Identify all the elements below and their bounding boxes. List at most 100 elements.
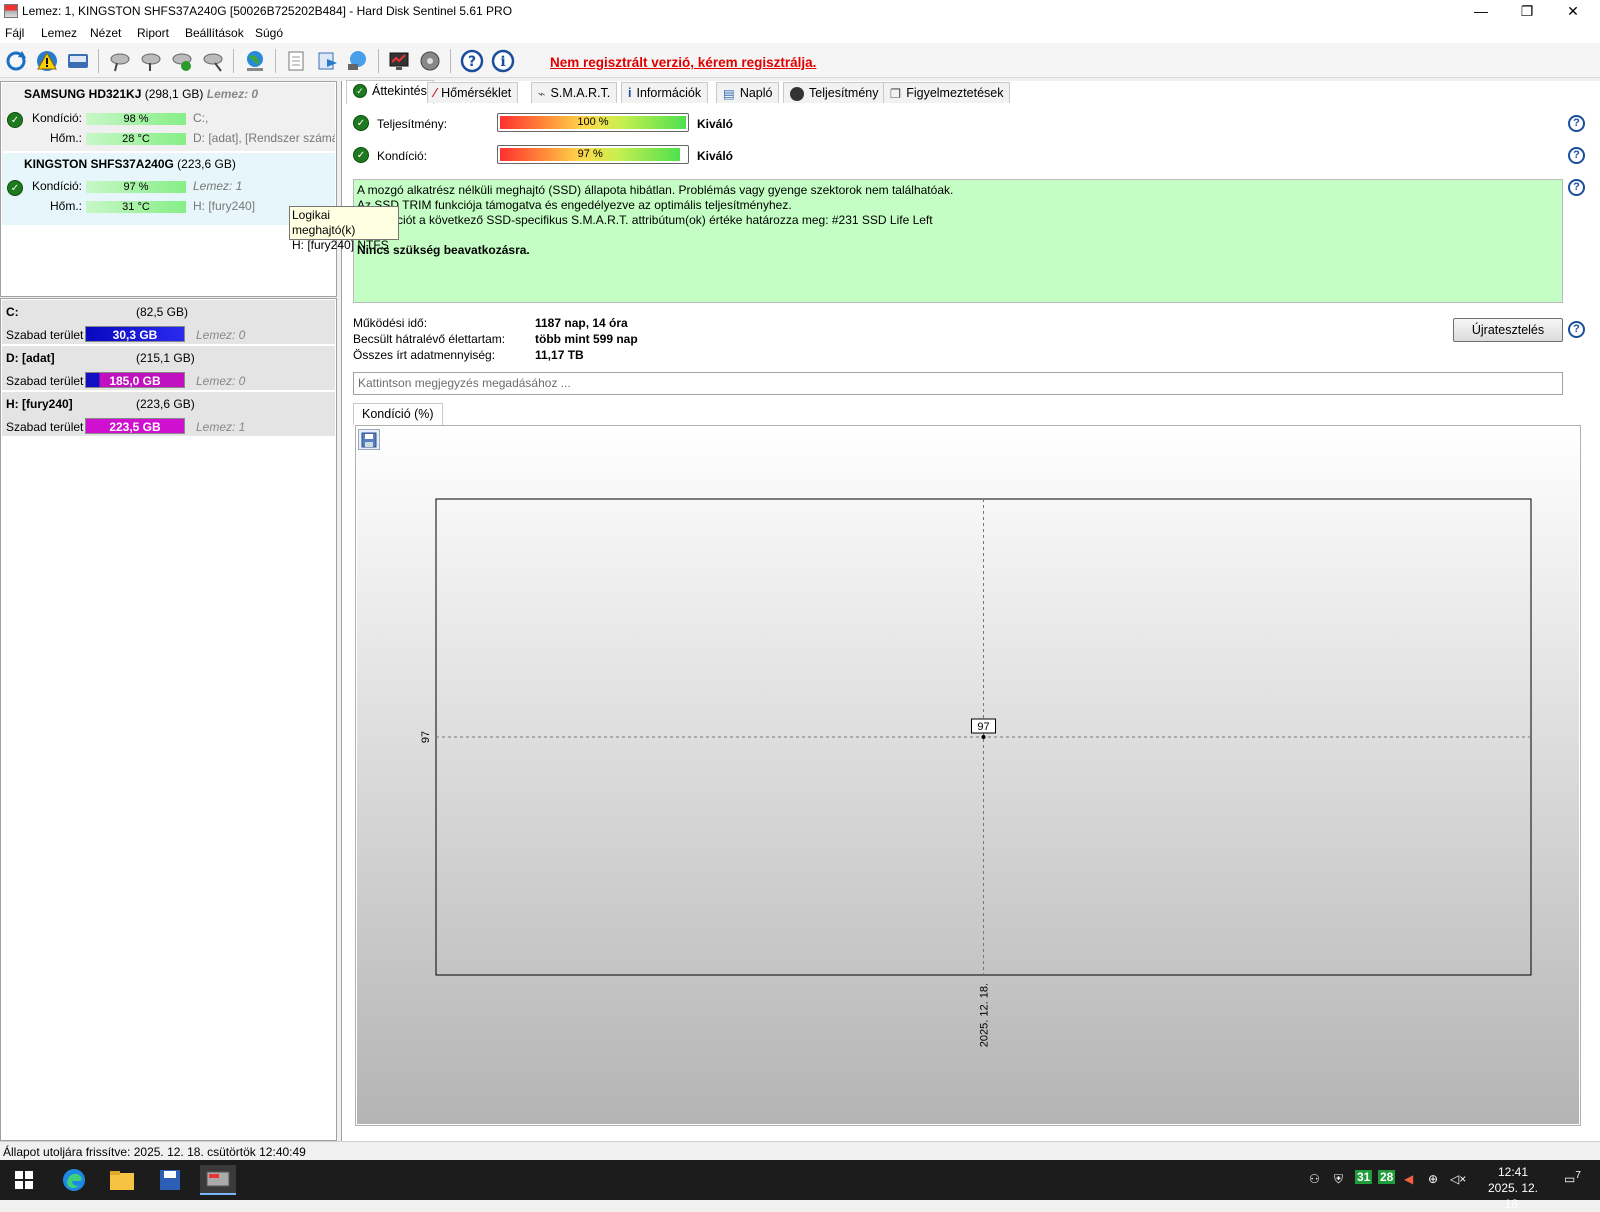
bluetooth-icon[interactable]: ⚇ [1309,1172,1320,1186]
condition-label: Kondíció: [31,179,82,193]
volume-item-d[interactable]: D: [adat] (215,1 GB) Szabad terület 185,… [2,346,335,391]
check-icon: ✓ [7,112,23,128]
tray-temp-28[interactable]: 28 [1378,1170,1396,1184]
close-button[interactable]: ✕ [1550,0,1596,23]
temp-bar: 28 °C [86,133,186,145]
refresh-icon[interactable] [3,48,29,74]
condition-label: Kondíció: [31,111,82,125]
check-icon: ✓ [353,147,369,163]
written-value: 11,17 TB [535,348,584,362]
disk-info-icon[interactable] [65,48,91,74]
toolbar-separator [275,49,276,73]
volume-name: D: [adat] [6,351,55,365]
tab-temperature[interactable]: ⁄ Hőmérséklet [427,82,519,103]
uptime-label: Működési idő: [353,316,428,330]
disk-card-kingston[interactable]: KINGSTON SHFS37A240G (223,6 GB) ✓ Kondíc… [2,153,335,225]
disk-tools-icon[interactable] [200,48,226,74]
disk-name: KINGSTON SHFS37A240G (223,6 GB) [24,157,236,171]
help-icon[interactable]: ? [459,48,485,74]
disk-surface-test-icon[interactable] [138,48,164,74]
report-icon[interactable] [283,48,309,74]
toolbar: ? i Nem regisztrált verzió, kérem regisz… [0,43,1600,78]
tab-condition-chart[interactable]: Kondíció (%) [353,403,443,425]
status-line: Az SSD TRIM funkciója támogatva és enged… [357,198,792,212]
volume-item-h[interactable]: H: [fury240] (223,6 GB) Szabad terület 2… [2,392,335,437]
volume-item-c[interactable]: C: (82,5 GB) Szabad terület 30,3 GB Leme… [2,300,335,345]
menu-help[interactable]: Súgó [255,26,283,40]
speaker-alert-icon[interactable]: ◀ [1404,1172,1413,1186]
disk-ok-icon[interactable] [169,48,195,74]
free-space-label: Szabad terület [6,374,84,388]
tab-performance[interactable]: Teljesítmény [783,82,886,103]
status-line: A kondíciót a következő SSD-specifikus S… [357,213,933,227]
clock[interactable]: 12:41 2025. 12. 18. [1478,1164,1548,1212]
condition-label: Kondíció: [377,149,428,163]
menu-report[interactable]: Riport [137,26,169,40]
data-point [981,735,986,739]
tab-label: Áttekintés [372,84,427,98]
menu-file[interactable]: Fájl [5,26,24,40]
clock-date: 2025. 12. 18. [1487,1181,1539,1211]
thermometer-icon: ⁄ [434,86,437,100]
tab-smart[interactable]: ⌁ S.M.A.R.T. [531,82,618,103]
minimize-button[interactable]: — [1458,0,1504,23]
title-bar[interactable]: Lemez: 1, KINGSTON SHFS37A240G [50026B72… [0,0,1600,23]
toolbar-separator [450,49,451,73]
edge-browser-icon[interactable] [56,1165,92,1195]
help-icon[interactable]: ? [1568,147,1585,164]
menu-bar: Fájl Lemez Nézet Riport Beállítások Súgó [0,23,1600,43]
temp-bar: 31 °C [86,201,186,213]
menu-settings[interactable]: Beállítások [185,26,244,40]
hard-disk-sentinel-taskbar-icon[interactable] [200,1165,236,1195]
tab-information[interactable]: i Információk [621,82,709,103]
sound-icon[interactable] [417,48,443,74]
disk-card-samsung[interactable]: SAMSUNG HD321KJ (298,1 GB) Lemez: 0 ✓ Ko… [2,83,335,151]
disk-drives: C:, [193,111,209,125]
save-app-icon[interactable] [152,1165,188,1195]
help-icon[interactable]: ? [1568,179,1585,196]
language-icon[interactable]: ⊕ [1428,1172,1438,1186]
tab-alerts[interactable]: ❐ Figyelmeztetések [883,82,1011,103]
menu-view[interactable]: Nézet [90,26,121,40]
uptime-value: 1187 nap, 14 óra [535,316,628,330]
retest-button[interactable]: Újratesztelés [1453,318,1563,342]
remaining-life-label: Becsült hátralévő élettartam: [353,332,506,346]
network-icon[interactable] [345,48,371,74]
info-icon: i [628,86,632,100]
clock-time: 12:41 [1497,1165,1529,1179]
defender-icon[interactable]: ⛨ [1334,1172,1343,1187]
tab-label: Információk [636,86,702,100]
help-icon[interactable]: ? [1568,321,1585,338]
disk-test-icon[interactable] [107,48,133,74]
performance-label: Teljesítmény: [377,117,448,131]
disk-lemez: Lemez: 1 [193,179,243,193]
tab-log[interactable]: ▤ Napló [716,82,780,103]
notification-icon[interactable]: ▭7 [1564,1170,1581,1186]
globe-icon[interactable] [242,48,268,74]
send-report-icon[interactable] [314,48,340,74]
volume-name: H: [fury240] [6,397,73,411]
toolbar-separator [98,49,99,73]
alert-icon[interactable] [34,48,60,74]
remaining-life-value: több mint 599 nap [535,332,638,346]
tab-overview[interactable]: ✓ Áttekintés [346,80,434,104]
performance-rating: Kiváló [697,117,734,131]
menu-disk[interactable]: Lemez [41,26,77,40]
windows-start-icon[interactable] [6,1165,42,1195]
x-tick-label: 2025. 12. 18. [979,983,991,1047]
disk-name: SAMSUNG HD321KJ (298,1 GB) Lemez: 0 [24,87,259,101]
disk-list-panel: SAMSUNG HD321KJ (298,1 GB) Lemez: 0 ✓ Ko… [0,81,337,297]
maximize-button[interactable]: ❐ [1504,0,1550,23]
info-icon[interactable]: i [490,48,516,74]
gauge-icon [790,87,804,101]
file-explorer-icon[interactable] [104,1165,140,1195]
register-link[interactable]: Nem regisztrált verzió, kérem regisztrál… [550,55,816,70]
monitor-icon[interactable] [386,48,412,74]
performance-fill: 100 % [500,116,686,129]
volume-muted-icon[interactable]: ◁× [1450,1172,1466,1186]
help-icon[interactable]: ? [1568,115,1585,132]
disk-partitions: H: [fury240] [193,199,256,213]
tray-calendar-31[interactable]: 31 [1355,1170,1373,1184]
note-input[interactable]: Kattintson megjegyzés megadásához ... [353,372,1563,395]
volume-list-panel: C: (82,5 GB) Szabad terület 30,3 GB Leme… [0,298,337,1141]
